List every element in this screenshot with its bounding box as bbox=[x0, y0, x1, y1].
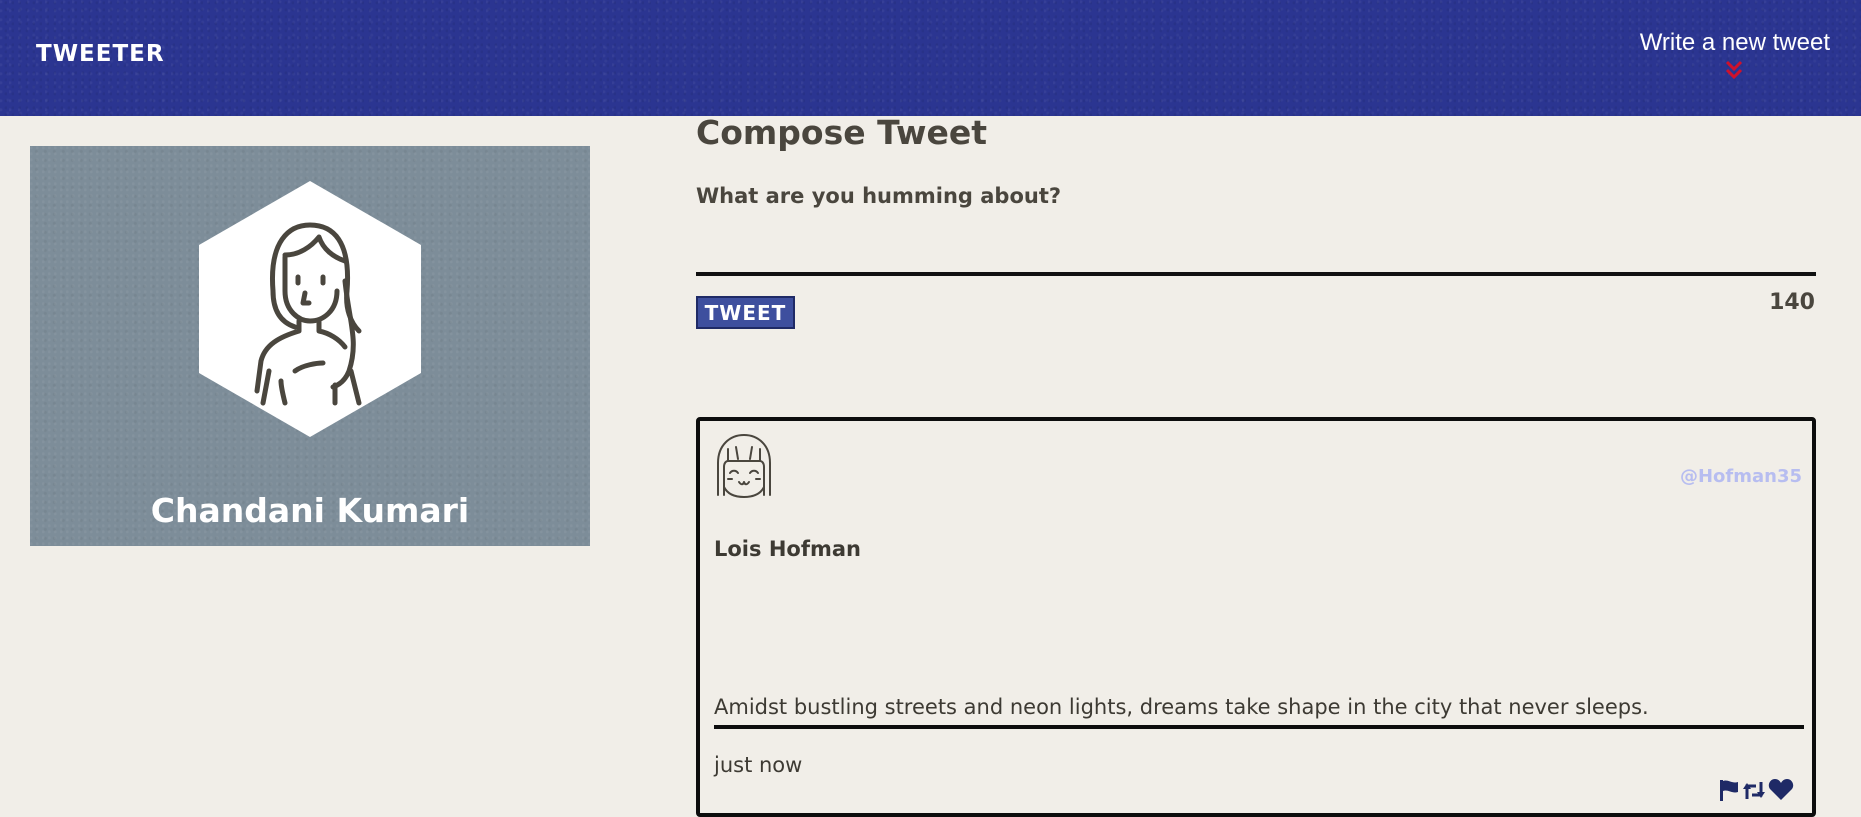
brand-logo[interactable]: TWEETER bbox=[36, 41, 165, 67]
tweet-button[interactable]: TWEET bbox=[696, 296, 795, 329]
tweet-text-input[interactable] bbox=[696, 230, 1816, 276]
profile-name: Chandani Kumari bbox=[150, 491, 470, 530]
user-avatar-icon bbox=[199, 181, 421, 437]
tweet-timestamp: just now bbox=[714, 753, 803, 777]
character-counter: 140 bbox=[1769, 290, 1815, 315]
compose-label: What are you humming about? bbox=[696, 184, 1062, 208]
compose-title: Compose Tweet bbox=[696, 113, 987, 152]
write-new-tweet-link[interactable]: Write a new tweet bbox=[1640, 29, 1830, 57]
tweet-author-name: Lois Hofman bbox=[714, 537, 861, 561]
smiling-face-avatar-icon bbox=[717, 434, 771, 498]
tweet-card: @Hofman35 Lois Hofman Amidst bustling st… bbox=[696, 417, 1816, 817]
tweet-author-handle[interactable]: @Hofman35 bbox=[1680, 466, 1802, 487]
profile-card: Chandani Kumari bbox=[30, 146, 590, 546]
tweet-content: Amidst bustling streets and neon lights,… bbox=[714, 695, 1804, 729]
top-navbar: TWEETER Write a new tweet bbox=[0, 0, 1861, 116]
chevrons-down-icon[interactable] bbox=[1724, 59, 1744, 81]
